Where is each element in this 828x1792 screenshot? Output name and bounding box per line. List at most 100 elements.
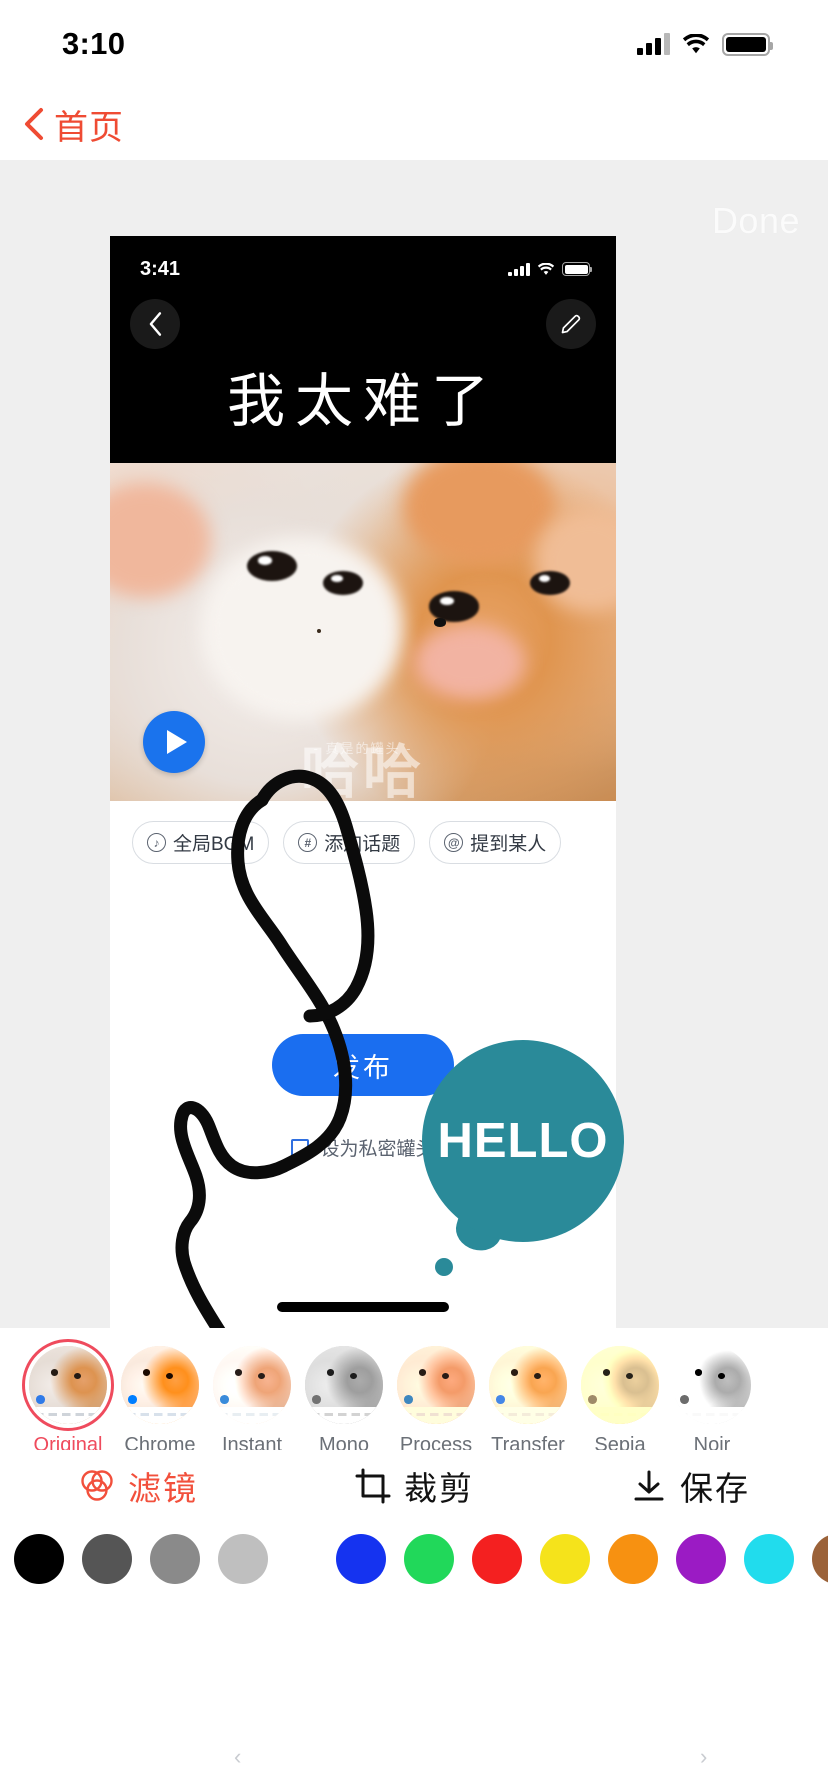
filter-item-process[interactable]: Process [390,1346,482,1450]
filter-item-instant[interactable]: Instant [206,1346,298,1450]
filter-label: Sepia [594,1434,646,1450]
status-bar: 3:10 [0,0,828,88]
chip-topic[interactable]: # 添加话题 [283,821,416,864]
filter-selected-ring [22,1339,114,1431]
filter-rings-icon [81,1470,113,1501]
cellular-signal-icon [637,33,670,55]
save-tool-button[interactable]: 保存 [552,1462,828,1510]
navigation-bar: 首页 [0,88,828,160]
editor-canvas[interactable]: Done 3:41 我太难了 - 真是的罐头 - 哈哈 ♪ 全局BGM # 添加… [0,160,828,1328]
wifi-icon [682,33,710,55]
color-swatch-darkgray[interactable] [82,1534,132,1584]
done-button[interactable]: Done [712,200,800,242]
filter-label: Mono [318,1434,370,1450]
back-button[interactable]: 首页 [22,100,124,149]
status-bar-indicators [637,32,773,56]
hello-sticker-text: HELLO [437,1114,609,1168]
color-swatch-red[interactable] [472,1534,522,1584]
left-caret-icon: ‹ [234,1744,242,1769]
color-palette[interactable] [0,1522,828,1722]
crop-tool-label: 裁剪 [404,1470,474,1507]
hash-icon: # [298,833,318,852]
chip-bgm[interactable]: ♪ 全局BGM [132,821,270,864]
color-swatch-purple[interactable] [676,1534,726,1584]
privacy-checkbox-label: 设为私密罐头 [320,1139,435,1160]
music-note-icon: ♪ [147,833,166,852]
filter-label: Original [33,1434,103,1450]
pencil-icon [561,314,581,334]
photo-media[interactable]: - 真是的罐头 - 哈哈 [110,463,616,801]
battery-icon [562,262,592,276]
filter-thumbnail-wrap [581,1346,659,1424]
filter-thumbnail [581,1346,659,1424]
filter-thumbnail-wrap [121,1346,199,1424]
filter-thumbnail-wrap [397,1346,475,1424]
photo-chip-row: ♪ 全局BGM # 添加话题 @ 提到某人 [110,801,616,864]
status-bar-time: 3:10 [62,26,126,61]
filter-strip[interactable]: Original Chrome Instant Mono Process Tra… [0,1328,828,1450]
filter-item-mono[interactable]: Mono [298,1346,390,1450]
photo-header: 3:41 我太难了 [110,236,616,463]
color-swatch-row [14,1534,828,1584]
photo-back-button[interactable] [130,299,180,349]
tool-row: 滤镜 裁剪 保存 [0,1450,828,1522]
watermark-title: 哈哈 [300,740,425,801]
photo-status-bar: 3:41 [110,254,616,284]
filter-item-original[interactable]: Original [22,1339,114,1450]
filter-item-noir[interactable]: Noir [666,1346,758,1450]
filter-thumbnail-wrap [22,1339,114,1431]
chip-mention[interactable]: @ 提到某人 [429,821,562,864]
photo-status-indicators [508,262,592,276]
filter-thumbnail [673,1346,751,1424]
chevron-left-icon [22,107,44,141]
photo-edit-button[interactable] [546,299,596,349]
back-button-label: 首页 [54,108,124,147]
color-swatch-brown[interactable] [812,1534,828,1584]
color-swatch-lightgray[interactable] [218,1534,268,1584]
filter-thumbnail [489,1346,567,1424]
color-swatch-black[interactable] [14,1534,64,1584]
editor-screen: 3:10 首页 Done 3:41 我太难了 - 真是的罐头 - 哈哈 ♪ 全局… [0,0,828,1792]
at-mention-icon: @ [444,833,464,852]
filter-thumbnail [305,1346,383,1424]
chevron-left-icon [149,312,162,336]
color-swatch-green[interactable] [404,1534,454,1584]
color-swatch-yellow[interactable] [540,1534,590,1584]
filter-label: Noir [693,1434,731,1450]
filter-label: Instant [221,1434,283,1450]
hello-sticker[interactable]: HELLO [422,1040,624,1242]
color-swatch-gray[interactable] [150,1534,200,1584]
privacy-checkbox[interactable] [291,1138,310,1157]
filter-thumbnail-wrap [673,1346,751,1424]
photo-headline: 我太难了 [226,367,499,435]
save-tool-label: 保存 [680,1470,750,1507]
filter-tool-button[interactable]: 滤镜 [0,1462,276,1510]
filter-tool-label: 滤镜 [128,1470,198,1507]
chip-bgm-label: 全局BGM [173,834,255,855]
filter-label: Transfer [491,1434,565,1450]
filter-item-transfer[interactable]: Transfer [482,1346,574,1450]
crop-tool-button[interactable]: 裁剪 [276,1462,552,1510]
filter-label: Process [399,1434,473,1450]
filter-label: Chrome [124,1434,196,1450]
filter-item-chrome[interactable]: Chrome [114,1346,206,1450]
color-swatch-blue[interactable] [336,1534,386,1584]
hello-sticker-dot [435,1258,453,1276]
filter-thumbnail [121,1346,199,1424]
cellular-signal-icon [508,262,530,276]
publish-button[interactable]: 发布 [272,1034,454,1096]
filter-thumbnail-wrap [305,1346,383,1424]
color-swatch-orange[interactable] [608,1534,658,1584]
download-icon [634,1470,664,1501]
filter-thumbnail [397,1346,475,1424]
battery-icon [722,32,773,56]
filter-item-sepia[interactable]: Sepia [574,1346,666,1450]
filter-thumbnail-wrap [489,1346,567,1424]
chip-mention-label: 提到某人 [470,834,547,855]
filter-thumbnail-wrap [213,1346,291,1424]
wifi-icon [537,262,555,275]
color-swatch-cyan[interactable] [744,1534,794,1584]
photo-status-time: 3:41 [140,257,181,280]
bottom-bar: ‹ › [0,1730,828,1792]
photo-home-indicator [277,1302,449,1312]
